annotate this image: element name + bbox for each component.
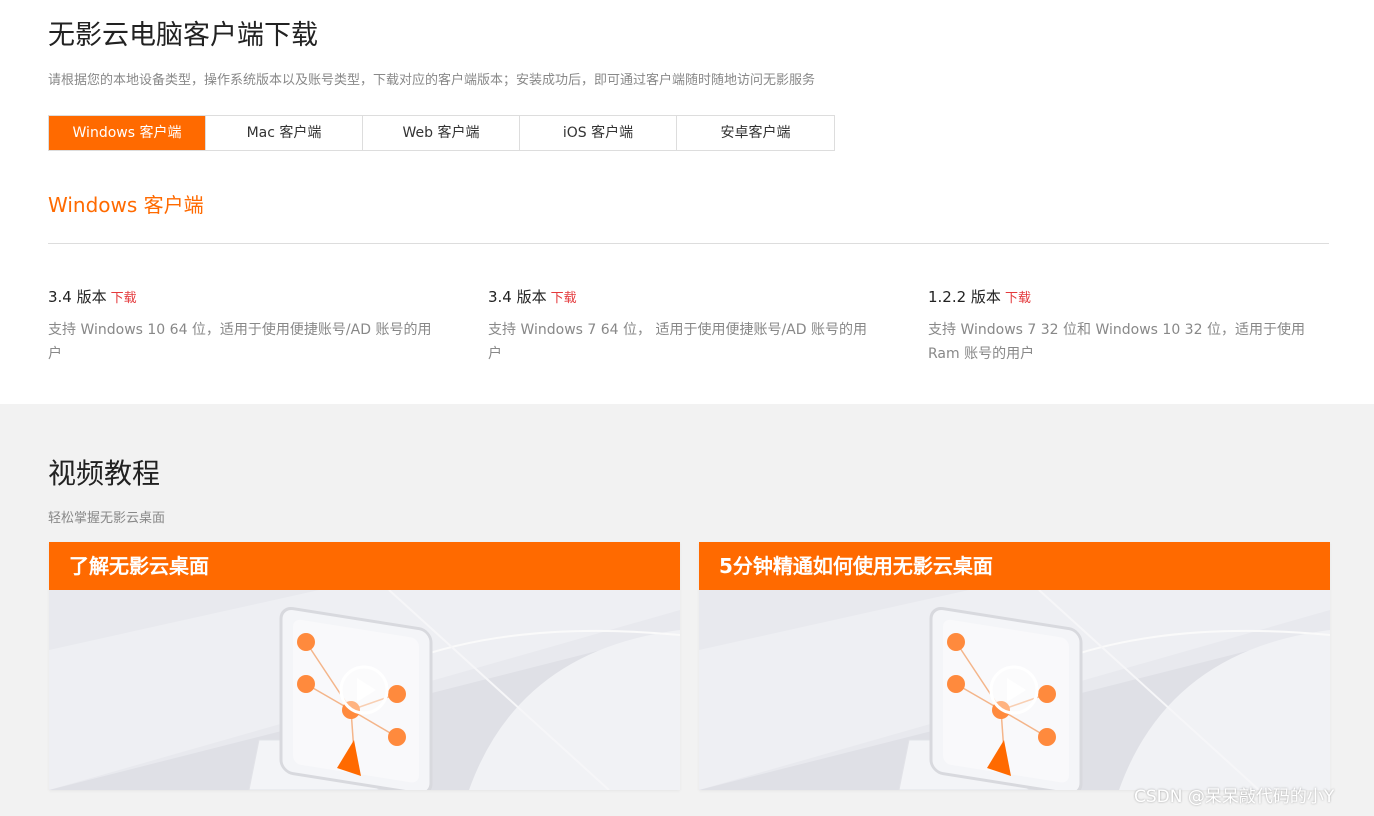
client-tabs: Windows 客户端 Mac 客户端 Web 客户端 iOS 客户端 安卓客户… xyxy=(48,115,835,151)
divider xyxy=(48,243,1329,244)
download-section: 无影云电脑客户端下载 请根据您的本地设备类型，操作系统版本以及账号类型，下载对应… xyxy=(0,0,1374,404)
video-card[interactable]: 了解无影云桌面 xyxy=(49,542,680,790)
version-description: 支持 Windows 7 64 位， 适用于使用便捷账号/AD 账号的用户 xyxy=(488,322,867,362)
video-card-title: 5分钟精通如何使用无影云桌面 xyxy=(699,542,1330,590)
page-title: 无影云电脑客户端下载 xyxy=(48,20,318,51)
video-card[interactable]: 5分钟精通如何使用无影云桌面 xyxy=(699,542,1330,790)
tab-mac[interactable]: Mac 客户端 xyxy=(206,116,363,150)
download-link[interactable]: 下载 xyxy=(551,291,577,306)
page-description: 请根据您的本地设备类型，操作系统版本以及账号类型，下载对应的客户端版本；安装成功… xyxy=(48,73,816,88)
version-description: 支持 Windows 7 32 位和 Windows 10 32 位，适用于使用… xyxy=(928,322,1305,362)
version-label: 1.2.2 版本 xyxy=(928,288,1001,306)
video-thumbnail-illustration xyxy=(49,590,680,790)
video-thumbnail[interactable] xyxy=(49,590,680,790)
video-section-subtitle: 轻松掌握无影云桌面 xyxy=(48,511,166,526)
download-link[interactable]: 下载 xyxy=(111,291,137,306)
tab-web[interactable]: Web 客户端 xyxy=(363,116,520,150)
tab-android[interactable]: 安卓客户端 xyxy=(677,116,834,150)
download-link[interactable]: 下载 xyxy=(1005,291,1031,306)
video-section: 视频教程 轻松掌握无影云桌面 了解无影云桌面 5分钟精通如何使用无影云桌面 xyxy=(0,404,1374,816)
version-item: 1.2.2 版本 下载 支持 Windows 7 32 位和 Windows 10… xyxy=(928,286,1318,366)
version-description: 支持 Windows 10 64 位，适用于使用便捷账号/AD 账号的用户 xyxy=(48,322,432,362)
version-item: 3.4 版本 下载 支持 Windows 10 64 位，适用于使用便捷账号/AD… xyxy=(48,286,438,366)
version-label: 3.4 版本 xyxy=(48,288,107,306)
watermark: CSDN @呆呆敲代码的小Y xyxy=(1134,787,1335,807)
video-thumbnail[interactable] xyxy=(699,590,1330,790)
version-label: 3.4 版本 xyxy=(488,288,547,306)
tab-ios[interactable]: iOS 客户端 xyxy=(520,116,677,150)
tab-windows[interactable]: Windows 客户端 xyxy=(49,116,206,150)
video-thumbnail-illustration xyxy=(699,590,1330,790)
video-card-title: 了解无影云桌面 xyxy=(49,542,680,590)
version-item: 3.4 版本 下载 支持 Windows 7 64 位， 适用于使用便捷账号/AD… xyxy=(488,286,878,366)
section-title: Windows 客户端 xyxy=(48,193,204,217)
video-section-title: 视频教程 xyxy=(48,457,161,490)
